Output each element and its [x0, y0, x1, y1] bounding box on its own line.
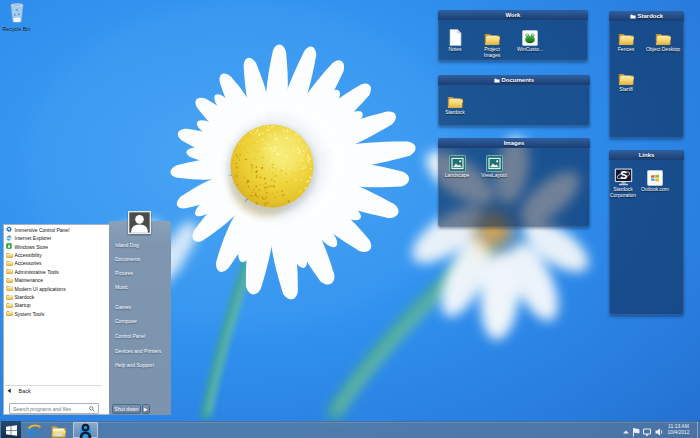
svg-text:S: S: [620, 169, 627, 181]
